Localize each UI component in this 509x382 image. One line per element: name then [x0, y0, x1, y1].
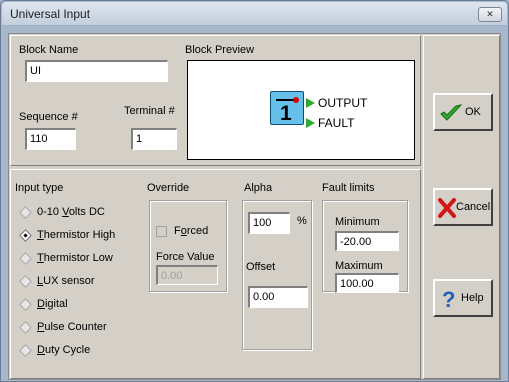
block-panel: Block Name UI Block Preview 1 OUTPUT FAU…: [10, 35, 421, 166]
button-panel: OK Cancel ? Help: [423, 35, 500, 379]
settings-panel: Input type 0-10 Volts DC Thermistor High…: [10, 169, 421, 379]
dialog-client: Block Name UI Block Preview 1 OUTPUT FAU…: [8, 33, 501, 380]
radio-diamond-selected-icon: [19, 229, 32, 242]
title-bar: Universal Input ✕: [2, 2, 507, 26]
offset-label: Offset: [246, 261, 276, 273]
radio-lux-sensor[interactable]: LUX sensor: [17, 271, 137, 293]
block-preview-label: Block Preview: [185, 44, 255, 56]
force-value-label: Force Value: [156, 251, 215, 263]
fault-label: FAULT: [318, 116, 355, 130]
radio-duty-cycle[interactable]: Duty Cycle: [17, 340, 137, 362]
fault-arrow-icon: [306, 118, 315, 128]
help-label: Help: [461, 292, 484, 304]
sequence-input[interactable]: 110: [25, 128, 76, 150]
maximum-label: Maximum: [335, 260, 383, 272]
block-name-input[interactable]: UI: [25, 60, 168, 82]
alpha-label: Alpha: [244, 182, 273, 194]
radio-label: 0-10 Volts DC: [37, 206, 105, 218]
output-label: OUTPUT: [318, 96, 368, 110]
radio-diamond-icon: [19, 275, 32, 288]
override-group: Forced Force Value 0.00: [149, 200, 227, 292]
help-button[interactable]: ? Help: [433, 279, 493, 317]
fault-limits-label: Fault limits: [322, 182, 375, 194]
cancel-button[interactable]: Cancel: [433, 188, 493, 226]
ok-button[interactable]: OK: [433, 93, 493, 131]
offset-input[interactable]: 0.00: [248, 286, 308, 308]
minimum-label: Minimum: [335, 216, 380, 228]
radio-diamond-icon: [19, 252, 32, 265]
radio-label: LUX sensor: [37, 275, 95, 287]
alpha-offset-group: 100 % Offset 0.00: [242, 200, 312, 350]
radio-pulse-counter[interactable]: Pulse Counter: [17, 317, 137, 339]
input-type-group: 0-10 Volts DC Thermistor High Thermistor…: [17, 202, 137, 374]
minimum-input[interactable]: -20.00: [335, 231, 399, 251]
fault-limits-group: Minimum -20.00 Maximum 100.00: [322, 200, 408, 293]
help-question-icon: ?: [442, 287, 455, 311]
close-icon: ✕: [486, 9, 494, 19]
forced-checkbox[interactable]: Forced: [156, 224, 226, 240]
override-label: Override: [147, 182, 190, 194]
radio-diamond-icon: [19, 298, 32, 311]
block-name-label: Block Name: [19, 44, 79, 56]
block-icon-number: 1: [280, 102, 292, 125]
radio-volts-dc[interactable]: 0-10 Volts DC: [17, 202, 137, 224]
radio-thermistor-low[interactable]: Thermistor Low: [17, 248, 137, 270]
output-arrow-icon: [306, 98, 315, 108]
radio-digital[interactable]: Digital: [17, 294, 137, 316]
block-icon-dot: [293, 97, 299, 103]
radio-label: Thermistor High: [37, 229, 116, 241]
radio-label: Duty Cycle: [37, 344, 91, 356]
force-value-input[interactable]: 0.00: [156, 265, 218, 285]
alpha-unit: %: [297, 215, 307, 227]
window-title: Universal Input: [10, 7, 91, 21]
cancel-x-icon: [438, 198, 456, 218]
block-preview: 1 OUTPUT FAULT: [187, 60, 415, 160]
ok-label: OK: [465, 106, 481, 118]
block-icon: 1: [270, 91, 304, 125]
block-icon-line: [276, 99, 294, 101]
radio-label: Thermistor Low: [37, 252, 113, 264]
cancel-label: Cancel: [456, 201, 491, 213]
radio-diamond-icon: [19, 206, 32, 219]
terminal-input[interactable]: 1: [131, 128, 177, 150]
svg-text:?: ?: [442, 287, 455, 311]
terminal-label: Terminal #: [124, 105, 175, 117]
sequence-label: Sequence #: [19, 111, 78, 123]
radio-diamond-icon: [19, 321, 32, 334]
input-type-label: Input type: [15, 182, 64, 194]
maximum-input[interactable]: 100.00: [335, 273, 399, 293]
radio-diamond-icon: [19, 344, 32, 357]
close-button[interactable]: ✕: [478, 7, 502, 22]
check-icon: [440, 104, 462, 121]
alpha-input[interactable]: 100: [248, 212, 290, 234]
radio-label: Digital: [37, 298, 68, 310]
forced-label: Forced: [174, 225, 209, 237]
dialog-window: Universal Input ✕ Block Name UI Block Pr…: [0, 0, 509, 382]
checkbox-icon: [156, 226, 167, 237]
radio-thermistor-high[interactable]: Thermistor High: [17, 225, 137, 247]
radio-label: Pulse Counter: [37, 321, 107, 333]
